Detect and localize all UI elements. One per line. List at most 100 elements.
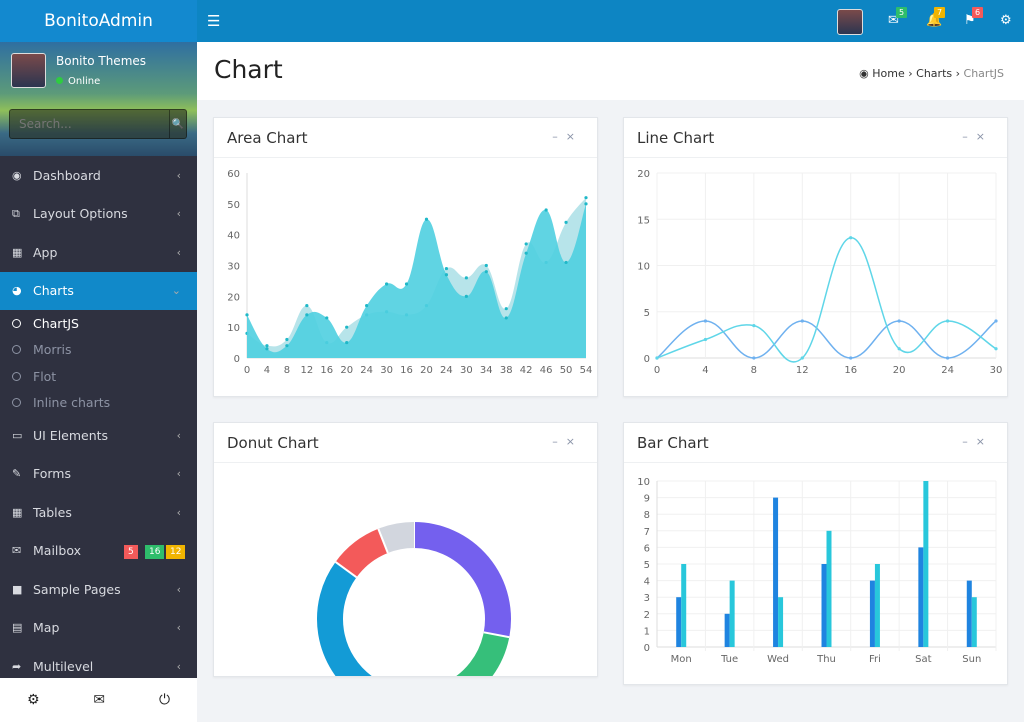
data-point[interactable]: [584, 196, 588, 200]
data-point[interactable]: [504, 316, 508, 320]
data-point[interactable]: [464, 294, 468, 298]
data-point[interactable]: [265, 344, 269, 348]
donut-slice[interactable]: [378, 522, 415, 554]
data-point[interactable]: [564, 260, 568, 265]
mail-icon[interactable]: ✉ 5: [888, 7, 908, 28]
bar[interactable]: [826, 530, 832, 647]
data-point[interactable]: [524, 242, 528, 246]
close-icon[interactable]: ×: [566, 435, 583, 448]
bar[interactable]: [869, 580, 875, 647]
sidebar-item-app[interactable]: ▦ App ‹: [0, 233, 197, 272]
submenu-item-morris[interactable]: Morris: [0, 337, 197, 364]
bar[interactable]: [729, 580, 735, 647]
submenu-item-flot[interactable]: Flot: [0, 363, 197, 390]
data-point[interactable]: [849, 356, 853, 360]
data-point[interactable]: [305, 313, 309, 317]
data-point[interactable]: [897, 319, 901, 323]
data-point[interactable]: [752, 356, 756, 360]
data-point[interactable]: [897, 347, 901, 351]
sidebar-item-tables[interactable]: ▦ Tables ‹: [0, 493, 197, 532]
settings-icon[interactable]: ⚙: [27, 692, 40, 708]
menu-toggle-icon[interactable]: ☰: [207, 12, 220, 30]
data-point[interactable]: [584, 202, 588, 206]
sidebar-item-mailbox[interactable]: ✉ Mailbox 5 16 12: [0, 532, 197, 571]
bar[interactable]: [918, 547, 924, 647]
data-point[interactable]: [994, 347, 998, 351]
bar[interactable]: [966, 580, 972, 647]
data-point[interactable]: [564, 220, 568, 224]
bar[interactable]: [681, 564, 687, 647]
bar[interactable]: [923, 481, 929, 647]
power-icon[interactable]: ⏻: [159, 692, 170, 708]
donut-slice[interactable]: [335, 528, 389, 578]
data-point[interactable]: [444, 266, 449, 271]
data-point[interactable]: [404, 282, 409, 286]
minimize-icon[interactable]: –: [552, 130, 566, 143]
minimize-icon[interactable]: –: [552, 435, 566, 448]
sidebar-item-sample-pages[interactable]: ■ Sample Pages ‹: [0, 570, 197, 609]
donut-slice[interactable]: [450, 631, 510, 676]
data-point[interactable]: [345, 340, 349, 345]
data-point[interactable]: [945, 356, 950, 360]
close-icon[interactable]: ×: [976, 130, 993, 143]
data-point[interactable]: [703, 319, 708, 323]
sidebar-item-layout-options[interactable]: ⧉ Layout Options ‹: [0, 195, 197, 234]
data-point[interactable]: [365, 303, 369, 308]
close-icon[interactable]: ×: [566, 130, 583, 143]
data-point[interactable]: [945, 319, 950, 323]
submenu-item-chartjs[interactable]: ChartJS: [0, 310, 197, 337]
bar[interactable]: [821, 564, 827, 647]
sidebar-item-ui-elements[interactable]: ▭ UI Elements ‹: [0, 416, 197, 455]
minimize-icon[interactable]: –: [962, 435, 976, 448]
sidebar-item-map[interactable]: ▤ Map ‹: [0, 609, 197, 648]
bar[interactable]: [676, 597, 682, 647]
app-logo[interactable]: BonitoAdmin: [0, 0, 197, 42]
bell-icon[interactable]: 🔔 7: [926, 7, 946, 28]
breadcrumb-charts[interactable]: Charts: [916, 67, 952, 80]
data-point[interactable]: [245, 313, 249, 317]
user-avatar[interactable]: [837, 9, 863, 35]
bar[interactable]: [874, 564, 880, 647]
envelope-icon[interactable]: ✉: [93, 692, 105, 708]
data-point[interactable]: [994, 319, 998, 323]
data-point[interactable]: [504, 307, 508, 311]
bar[interactable]: [724, 613, 730, 647]
close-icon[interactable]: ×: [976, 435, 993, 448]
data-point[interactable]: [544, 208, 548, 212]
search-input[interactable]: [10, 110, 169, 138]
data-point[interactable]: [655, 356, 659, 360]
data-point[interactable]: [384, 282, 389, 286]
sidebar-item-forms[interactable]: ✎ Forms ‹: [0, 455, 197, 494]
data-point[interactable]: [424, 217, 429, 221]
data-point[interactable]: [285, 337, 289, 342]
data-point[interactable]: [305, 303, 309, 308]
sidebar-item-charts[interactable]: ◕ Charts ⌄: [0, 271, 197, 310]
bar[interactable]: [971, 597, 977, 647]
data-point[interactable]: [752, 324, 756, 328]
search-icon[interactable]: 🔍: [169, 110, 186, 138]
data-point[interactable]: [524, 251, 528, 255]
data-point[interactable]: [484, 270, 488, 274]
minimize-icon[interactable]: –: [962, 130, 976, 143]
gear-icon[interactable]: ⚙: [1000, 13, 1012, 28]
donut-slice[interactable]: [413, 522, 511, 638]
flag-icon[interactable]: ⚑ 6: [964, 7, 984, 28]
bar[interactable]: [778, 597, 784, 647]
data-point[interactable]: [849, 236, 853, 240]
sidebar-item-dashboard[interactable]: ◉ Dashboard ‹: [0, 156, 197, 195]
data-point[interactable]: [345, 325, 349, 329]
x-tick-label: 46: [540, 365, 553, 376]
data-point[interactable]: [285, 344, 289, 348]
data-point[interactable]: [464, 276, 468, 280]
data-point[interactable]: [444, 273, 449, 277]
data-point[interactable]: [703, 337, 708, 342]
data-point[interactable]: [800, 356, 804, 360]
data-point[interactable]: [325, 316, 329, 320]
submenu-item-inline-charts[interactable]: Inline charts: [0, 390, 197, 417]
donut-slice[interactable]: [317, 561, 372, 676]
data-point[interactable]: [800, 319, 804, 323]
data-point[interactable]: [484, 263, 488, 268]
data-point[interactable]: [265, 347, 269, 351]
bar[interactable]: [773, 497, 779, 647]
breadcrumb-home[interactable]: Home: [872, 67, 904, 80]
